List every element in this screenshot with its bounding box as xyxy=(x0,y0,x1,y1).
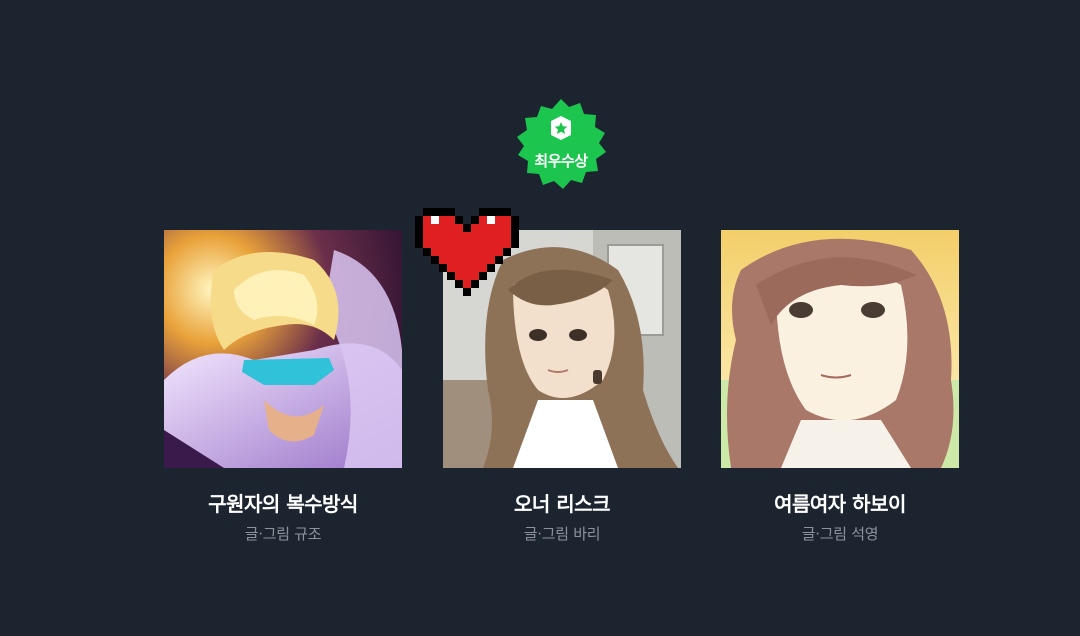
award-badge-shape xyxy=(517,99,606,189)
star-badge-icon xyxy=(546,113,576,143)
award-badge: 최우수상 xyxy=(509,95,613,199)
work-title[interactable]: 오너 리스크 xyxy=(443,488,681,517)
award-label: 최우수상 xyxy=(534,152,588,170)
work-author: 글·그림 규조 xyxy=(244,525,322,543)
work-card-3[interactable]: 여름여자 하보이 글·그림 석영 xyxy=(721,230,959,544)
work-author: 글·그림 석영 xyxy=(801,525,879,543)
work-thumbnail[interactable] xyxy=(164,230,402,468)
work-author: 글·그림 바리 xyxy=(523,525,601,543)
work-card-1[interactable]: 구원자의 복수방식 글·그림 규조 xyxy=(164,230,402,544)
work-title[interactable]: 구원자의 복수방식 xyxy=(164,488,402,517)
pixel-heart-icon xyxy=(415,200,519,296)
work-thumbnail[interactable] xyxy=(721,230,959,468)
work-title[interactable]: 여름여자 하보이 xyxy=(721,488,959,517)
